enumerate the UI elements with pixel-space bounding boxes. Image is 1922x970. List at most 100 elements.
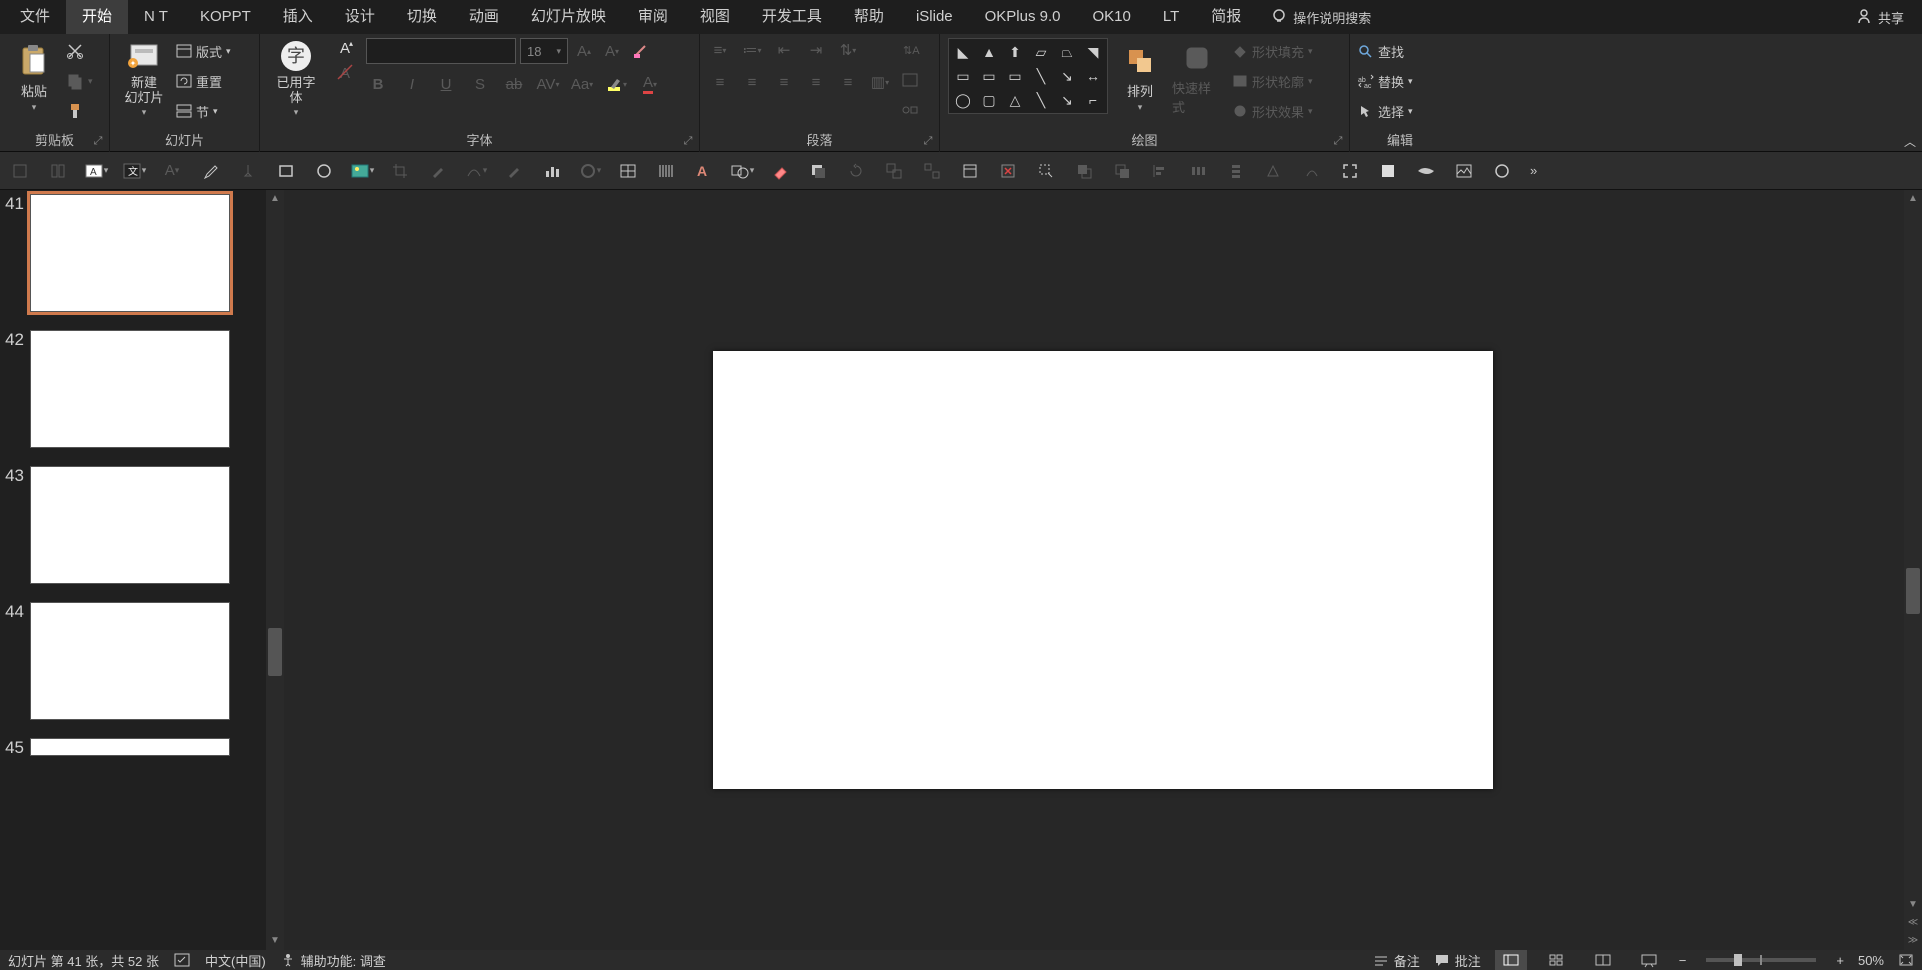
- spellcheck-icon[interactable]: [173, 952, 191, 968]
- font-size-input[interactable]: 18: [520, 38, 568, 64]
- tab-nt[interactable]: N T: [128, 0, 184, 34]
- font-name-input[interactable]: [366, 38, 516, 64]
- numbering-icon[interactable]: ≔▾: [740, 38, 764, 62]
- font-increase-icon[interactable]: A▴: [336, 38, 354, 58]
- shape-isoceles-icon[interactable]: △: [1003, 89, 1027, 111]
- thumbnail-43[interactable]: [30, 466, 230, 584]
- qa-bird-icon[interactable]: [1412, 157, 1440, 185]
- underline-icon[interactable]: U: [434, 72, 458, 96]
- current-slide-canvas[interactable]: [713, 351, 1493, 789]
- qa-distribute-v-icon[interactable]: [1222, 157, 1250, 185]
- clear-formatting-icon[interactable]: [628, 39, 652, 63]
- tab-view[interactable]: 视图: [684, 0, 746, 34]
- scroll-up-icon[interactable]: ▲: [266, 190, 284, 208]
- shape-textbox2-icon[interactable]: ▭: [977, 65, 1001, 87]
- columns-icon[interactable]: ▥▾: [868, 70, 892, 94]
- quick-styles-button[interactable]: 快速样式: [1172, 38, 1222, 118]
- qa-select-icon[interactable]: [1032, 157, 1060, 185]
- clear-format-icon[interactable]: A: [336, 63, 354, 83]
- tab-insert[interactable]: 插入: [267, 0, 329, 34]
- drawing-launcher[interactable]: ⤢: [1331, 134, 1345, 148]
- align-text-icon[interactable]: [898, 68, 922, 92]
- editor-scrollbar[interactable]: ▲ ▼ ≪ ≫: [1904, 190, 1922, 950]
- select-button[interactable]: 选择▾: [1358, 98, 1413, 124]
- tab-slideshow[interactable]: 幻灯片放映: [515, 0, 622, 34]
- new-slide-button[interactable]: ✦ 新建 幻灯片 ▾: [118, 38, 170, 118]
- increase-indent-icon[interactable]: ⇥: [804, 38, 828, 62]
- tab-design[interactable]: 设计: [329, 0, 391, 34]
- arrange-button[interactable]: 排列▾: [1118, 38, 1162, 118]
- editor-scrollbar-handle[interactable]: [1906, 568, 1920, 614]
- shape-effects-button[interactable]: 形状效果▾: [1232, 98, 1313, 124]
- qa-circle-icon[interactable]: [310, 157, 338, 185]
- qa-icon-2[interactable]: [44, 157, 72, 185]
- tab-help[interactable]: 帮助: [838, 0, 900, 34]
- shadow-icon[interactable]: S: [468, 72, 492, 96]
- align-center-icon[interactable]: ≡: [740, 70, 764, 94]
- qa-properties-icon[interactable]: [956, 157, 984, 185]
- qa-donut-icon[interactable]: ▾: [576, 157, 604, 185]
- line-spacing-icon[interactable]: ⇅▾: [836, 38, 860, 62]
- qa-eraser-icon[interactable]: [766, 157, 794, 185]
- shape-trapezoid-icon[interactable]: ⏢: [1055, 41, 1079, 63]
- tab-ok10[interactable]: OK10: [1077, 0, 1147, 34]
- qa-send-backward-icon[interactable]: [1108, 157, 1136, 185]
- align-left-icon[interactable]: ≡: [708, 70, 732, 94]
- text-direction-icon[interactable]: ⇅A: [898, 38, 922, 62]
- qa-ring-icon[interactable]: [1488, 157, 1516, 185]
- qa-delete-icon[interactable]: [994, 157, 1022, 185]
- collapse-ribbon-button[interactable]: ︿: [1904, 133, 1916, 150]
- qa-crop-icon[interactable]: [386, 157, 414, 185]
- slide-counter[interactable]: 幻灯片 第 41 张，共 52 张: [8, 951, 159, 970]
- qa-group-icon[interactable]: [880, 157, 908, 185]
- bold-icon[interactable]: B: [366, 72, 390, 96]
- tab-koppt[interactable]: KOPPT: [184, 0, 267, 34]
- tab-animations[interactable]: 动画: [453, 0, 515, 34]
- increase-font-icon[interactable]: A▴: [572, 39, 596, 63]
- tab-home[interactable]: 开始: [66, 0, 128, 34]
- prev-slide-icon[interactable]: ≪: [1904, 914, 1922, 932]
- paragraph-launcher[interactable]: ⤢: [921, 134, 935, 148]
- highlight-icon[interactable]: ▾: [604, 72, 628, 96]
- editor-scroll-down-icon[interactable]: ▼: [1904, 896, 1922, 914]
- share-button[interactable]: 共享: [1842, 8, 1918, 27]
- language-status[interactable]: 中文(中国): [205, 951, 266, 970]
- tab-islide[interactable]: iSlide: [900, 0, 969, 34]
- reading-view-button[interactable]: [1587, 950, 1619, 970]
- slideshow-view-button[interactable]: [1633, 950, 1665, 970]
- qa-rect-icon[interactable]: [272, 157, 300, 185]
- tab-lt[interactable]: LT: [1147, 0, 1195, 34]
- zoom-level[interactable]: 50%: [1858, 953, 1884, 968]
- qa-shadow-icon[interactable]: [804, 157, 832, 185]
- shape-parallelogram-icon[interactable]: ▱: [1029, 41, 1053, 63]
- qa-shapes-icon[interactable]: ▾: [728, 157, 756, 185]
- qa-pen-icon[interactable]: [424, 157, 452, 185]
- tab-okplus[interactable]: OKPlus 9.0: [969, 0, 1077, 34]
- qa-curve-icon[interactable]: ▾: [462, 157, 490, 185]
- smartart-icon[interactable]: [898, 98, 922, 122]
- used-fonts-button[interactable]: 字 已用字 体 ▾: [268, 38, 324, 118]
- qa-pin-icon[interactable]: [234, 157, 262, 185]
- shape-line-icon[interactable]: ╲: [1029, 65, 1053, 87]
- shape-arrow-icon[interactable]: ↘: [1055, 65, 1079, 87]
- editor-scroll-up-icon[interactable]: ▲: [1904, 190, 1922, 208]
- qa-rotate-icon[interactable]: [842, 157, 870, 185]
- scrollbar-handle[interactable]: [268, 628, 282, 676]
- shape-connector2-icon[interactable]: ↘: [1055, 89, 1079, 111]
- tab-briefing[interactable]: 简报: [1195, 0, 1257, 34]
- sorter-view-button[interactable]: [1541, 950, 1573, 970]
- shape-textbox3-icon[interactable]: ▭: [1003, 65, 1027, 87]
- tab-file[interactable]: 文件: [4, 0, 66, 34]
- italic-icon[interactable]: I: [400, 72, 424, 96]
- copy-button[interactable]: ▾: [66, 68, 93, 94]
- thumbnail-41[interactable]: [30, 194, 230, 312]
- shape-roundrect-icon[interactable]: ▢: [977, 89, 1001, 111]
- qa-connector-icon[interactable]: [1298, 157, 1326, 185]
- zoom-slider-knob[interactable]: [1734, 954, 1742, 966]
- distribute-icon[interactable]: ≡: [836, 70, 860, 94]
- font-color-icon[interactable]: A▾: [638, 72, 662, 96]
- shape-triangle-icon[interactable]: ▲: [977, 41, 1001, 63]
- qa-table-icon[interactable]: [614, 157, 642, 185]
- thumbnail-45[interactable]: [30, 738, 230, 756]
- accessibility-status[interactable]: 辅助功能: 调查: [280, 951, 386, 970]
